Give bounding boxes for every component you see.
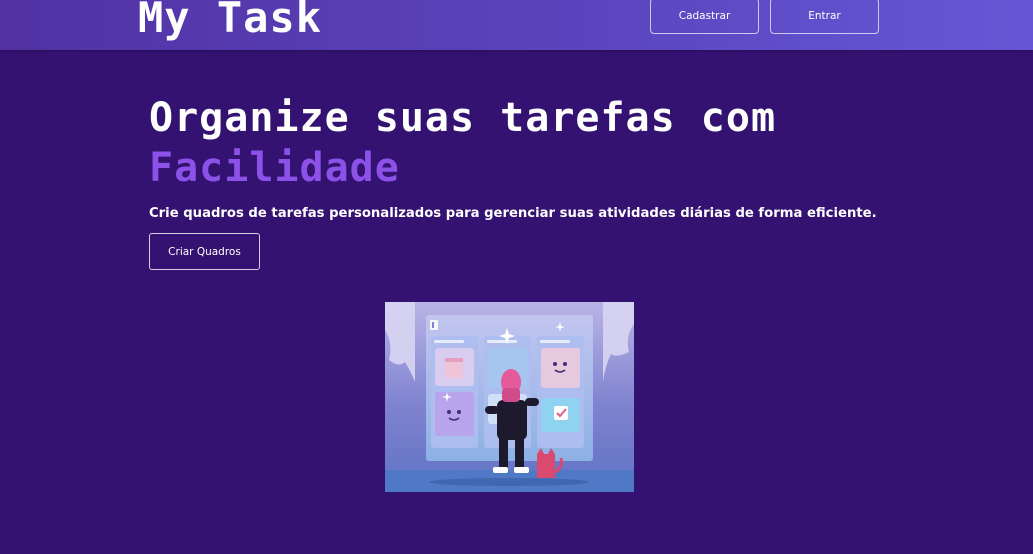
hero-subtitle: Crie quadros de tarefas personalizados p… (149, 206, 877, 221)
hero-highlight: Facilidade (149, 145, 400, 191)
app-logo[interactable]: My Task (138, 0, 322, 44)
kanban-board-illustration (385, 302, 634, 492)
login-button[interactable]: Entrar (770, 0, 879, 34)
create-boards-button[interactable]: Criar Quadros (149, 233, 260, 270)
hero-title: Organize suas tarefas com (149, 95, 777, 141)
top-header: My Task Cadastrar Entrar (0, 0, 1033, 50)
register-button[interactable]: Cadastrar (650, 0, 759, 34)
kanban-illustration-svg (385, 302, 634, 492)
